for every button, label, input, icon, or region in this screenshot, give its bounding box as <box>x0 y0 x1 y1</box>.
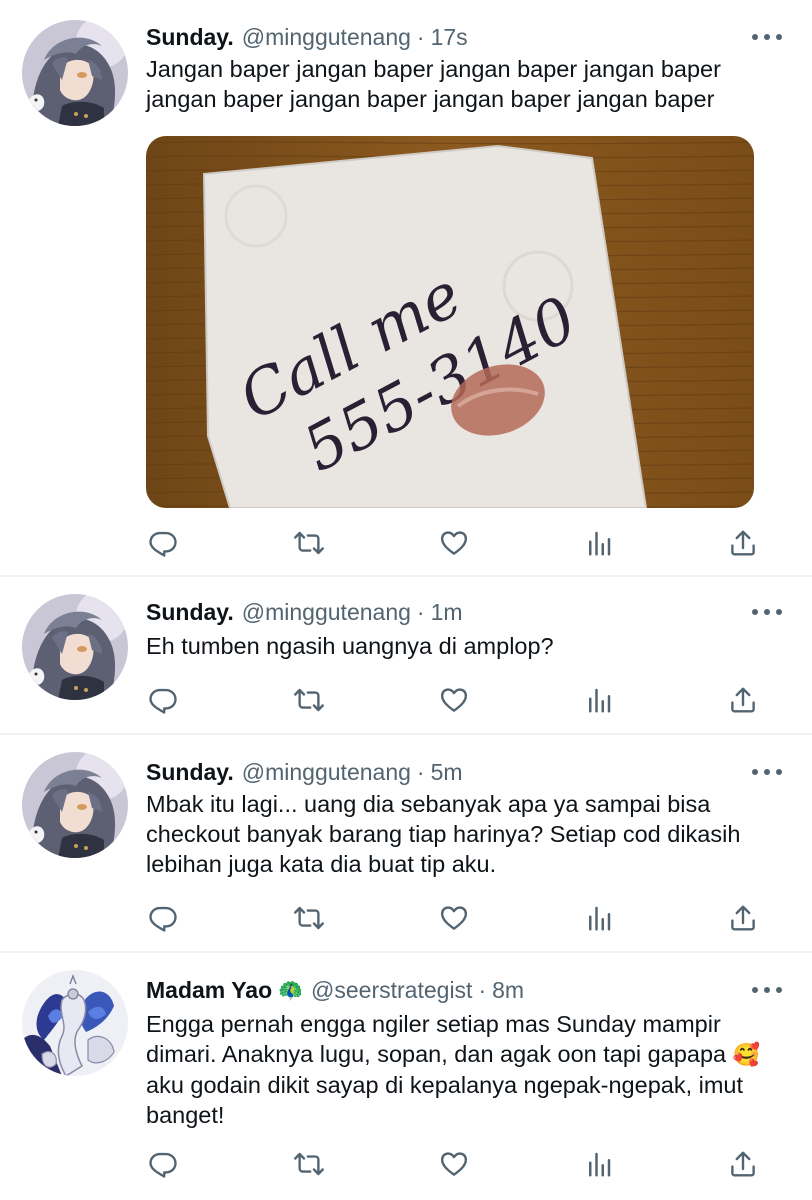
more-icon[interactable] <box>752 605 782 619</box>
more-icon[interactable] <box>752 30 782 44</box>
reply-icon <box>148 528 178 558</box>
share-icon <box>728 685 758 715</box>
more-icon[interactable] <box>752 983 782 997</box>
share-icon <box>728 528 758 558</box>
tweet-actions <box>146 901 776 935</box>
retweet-icon <box>294 685 324 715</box>
analytics-icon <box>584 1149 614 1179</box>
author-name[interactable]: Sunday. <box>146 24 234 51</box>
tweet-actions <box>146 526 776 560</box>
separator: · <box>416 758 425 785</box>
tweet-header: Sunday. @minggutenang · 5m <box>146 757 463 787</box>
tweet-text-part: Engga pernah engga ngiler setiap mas Sun… <box>146 1011 727 1067</box>
heart-icon <box>439 903 469 933</box>
avatar[interactable] <box>22 20 128 126</box>
retweet-icon <box>294 528 324 558</box>
tweet-text: Jangan baper jangan baper jangan baper j… <box>146 56 721 112</box>
tweet[interactable]: Sunday. @minggutenang · 1m Eh tumben nga… <box>0 577 812 735</box>
avatar[interactable] <box>22 970 128 1076</box>
author-handle[interactable]: @minggutenang <box>242 599 411 626</box>
author-name[interactable]: Sunday. <box>146 599 234 626</box>
share-button[interactable] <box>726 683 760 717</box>
reply-icon <box>148 685 178 715</box>
share-button[interactable] <box>726 1147 760 1181</box>
views-button[interactable] <box>582 901 616 935</box>
napkin-photo: Call me 555-3140 <box>146 136 754 508</box>
share-button[interactable] <box>726 901 760 935</box>
avatar-image <box>22 20 128 126</box>
timestamp[interactable]: 5m <box>431 759 463 786</box>
separator: · <box>416 23 425 50</box>
like-button[interactable] <box>437 901 471 935</box>
share-icon <box>728 1149 758 1179</box>
retweet-button[interactable] <box>292 683 326 717</box>
tweet-media-image[interactable]: Call me 555-3140 <box>146 136 754 508</box>
reply-icon <box>148 1149 178 1179</box>
tweet[interactable]: Madam Yao 🦚 @seerstrategist · 8m Engga p… <box>0 953 812 1200</box>
tweet-header: Sunday. @minggutenang · 17s <box>146 22 468 52</box>
reply-icon <box>148 903 178 933</box>
author-name[interactable]: Madam Yao <box>146 977 272 1004</box>
timestamp[interactable]: 8m <box>492 977 524 1004</box>
more-icon[interactable] <box>752 765 782 779</box>
heart-icon <box>439 1149 469 1179</box>
tweet-text-part: aku godain dikit sayap di kepalanya ngep… <box>146 1072 744 1128</box>
author-name[interactable]: Sunday. <box>146 759 234 786</box>
peacock-emoji-icon: 🦚 <box>278 979 304 1002</box>
avatar[interactable] <box>22 594 128 700</box>
like-button[interactable] <box>437 683 471 717</box>
like-button[interactable] <box>437 1147 471 1181</box>
like-button[interactable] <box>437 526 471 560</box>
share-button[interactable] <box>726 526 760 560</box>
smiling-face-with-hearts-icon: 🥰 <box>732 1042 761 1067</box>
author-handle[interactable]: @minggutenang <box>242 24 411 51</box>
reply-button[interactable] <box>146 1147 180 1181</box>
views-button[interactable] <box>582 1147 616 1181</box>
separator: · <box>478 976 487 1003</box>
share-icon <box>728 903 758 933</box>
views-button[interactable] <box>582 683 616 717</box>
reply-button[interactable] <box>146 901 180 935</box>
retweet-button[interactable] <box>292 901 326 935</box>
analytics-icon <box>584 528 614 558</box>
views-button[interactable] <box>582 526 616 560</box>
heart-icon <box>439 685 469 715</box>
analytics-icon <box>584 685 614 715</box>
tweet[interactable]: Sunday. @minggutenang · 5m Mbak itu lagi… <box>0 735 812 953</box>
timestamp[interactable]: 17s <box>431 24 468 51</box>
tweet-actions <box>146 683 776 717</box>
tweet-text: Mbak itu lagi... uang dia sebanyak apa y… <box>146 791 741 877</box>
separator: · <box>416 598 425 625</box>
retweet-button[interactable] <box>292 1147 326 1181</box>
retweet-icon <box>294 903 324 933</box>
tweet-text: Engga pernah engga ngiler setiap mas Sun… <box>146 1009 766 1130</box>
author-handle[interactable]: @minggutenang <box>242 759 411 786</box>
tweet-actions <box>146 1147 776 1181</box>
tweet-text: Eh tumben ngasih uangnya di amplop? <box>146 633 554 659</box>
reply-button[interactable] <box>146 683 180 717</box>
timestamp[interactable]: 1m <box>431 599 463 626</box>
retweet-button[interactable] <box>292 526 326 560</box>
avatar-image <box>22 970 128 1076</box>
tweet[interactable]: Sunday. @minggutenang · 17s Jangan baper… <box>0 0 812 577</box>
heart-icon <box>439 528 469 558</box>
tweet-header: Sunday. @minggutenang · 1m <box>146 597 463 627</box>
author-handle[interactable]: @seerstrategist <box>311 977 472 1004</box>
avatar[interactable] <box>22 752 128 858</box>
analytics-icon <box>584 903 614 933</box>
reply-button[interactable] <box>146 526 180 560</box>
avatar-image <box>22 752 128 858</box>
retweet-icon <box>294 1149 324 1179</box>
tweet-header: Madam Yao 🦚 @seerstrategist · 8m <box>146 975 524 1005</box>
avatar-image <box>22 594 128 700</box>
